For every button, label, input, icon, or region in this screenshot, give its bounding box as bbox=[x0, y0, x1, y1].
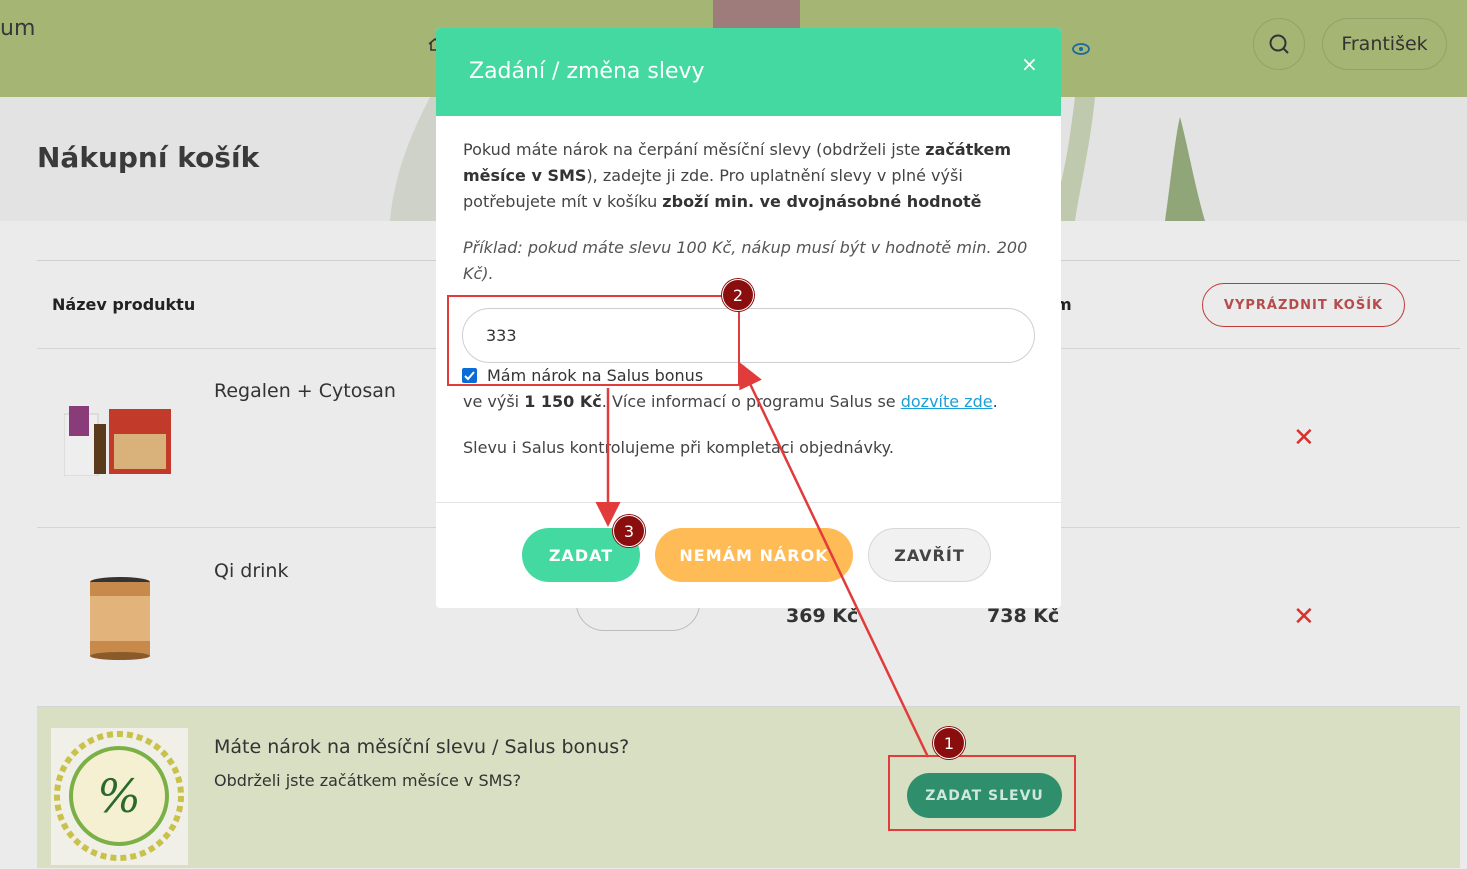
annotation-badge: 3 bbox=[613, 515, 645, 547]
annotation-box bbox=[447, 295, 740, 386]
annotation-badge: 2 bbox=[722, 279, 754, 311]
annotation-box bbox=[888, 755, 1076, 831]
annotation-badge: 1 bbox=[933, 727, 965, 759]
annotation-arrows bbox=[595, 362, 930, 758]
